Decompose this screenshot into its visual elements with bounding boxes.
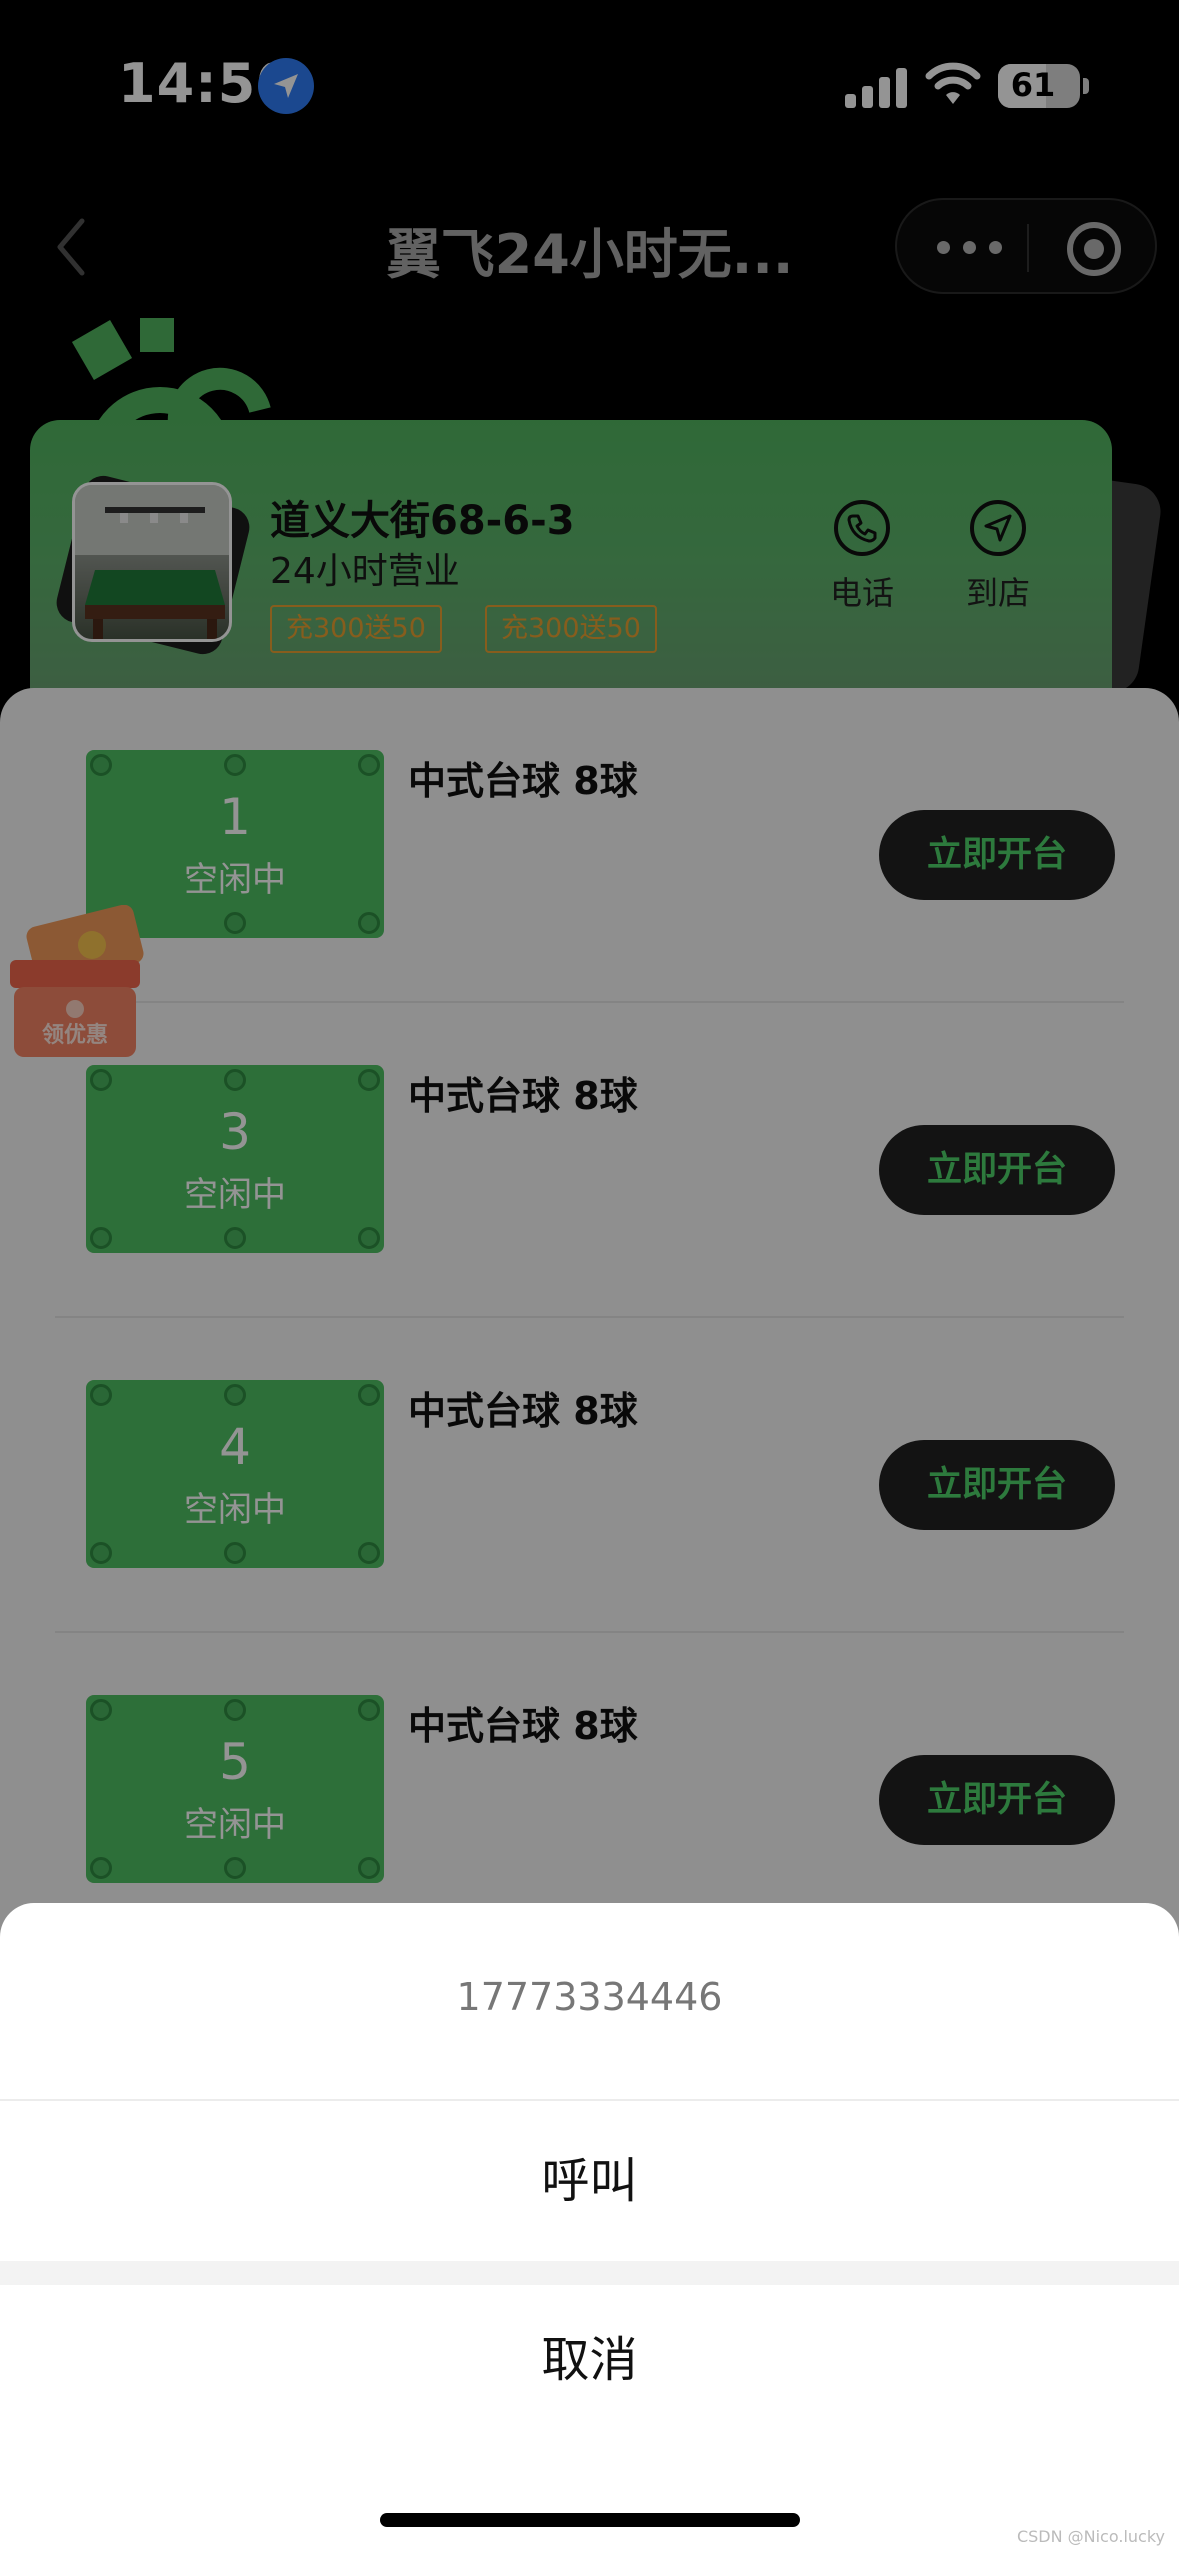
sheet-gap	[0, 2261, 1179, 2285]
phone-number: 17773334446	[456, 1975, 723, 2019]
call-action-sheet: 17773334446 呼叫 取消 CSDN @Nico.lucky	[0, 1903, 1179, 2556]
cancel-button[interactable]: 取消	[0, 2285, 1179, 2435]
home-indicator[interactable]	[380, 2513, 800, 2527]
watermark: CSDN @Nico.lucky	[1016, 2527, 1165, 2546]
call-button[interactable]: 呼叫	[0, 2101, 1179, 2261]
